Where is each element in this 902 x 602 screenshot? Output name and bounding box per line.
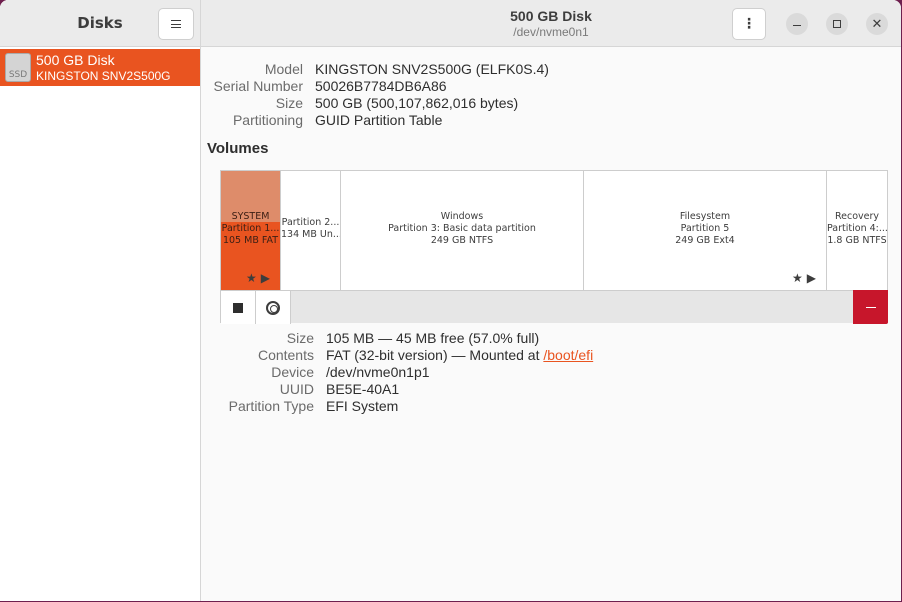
sidebar-item-disk[interactable]: SSD 500 GB Disk KINGSTON SNV2S500G xyxy=(0,49,200,86)
sidebar: Disks SSD 500 GB Disk KINGSTON SNV2S500G xyxy=(0,0,201,601)
partition-line2: Partition 3: Basic data partition xyxy=(388,223,536,234)
partition-line3: 134 MB Un... xyxy=(281,229,340,240)
partition-text: Windows Partition 3: Basic data partitio… xyxy=(341,211,583,247)
part-size-label: Size xyxy=(286,330,314,346)
partition-line2: Partition 1... xyxy=(221,223,280,234)
partition-line2: Partition 4:... xyxy=(827,223,887,234)
partition-block[interactable]: Recovery Partition 4:... 1.8 GB NTFS xyxy=(827,171,887,290)
model-label: Model xyxy=(264,61,303,77)
part-contents-label: Contents xyxy=(257,347,314,363)
partition-settings-button[interactable] xyxy=(256,291,291,324)
disks-window: Disks SSD 500 GB Disk KINGSTON SNV2S500G… xyxy=(0,0,901,601)
disk-item-model: KINGSTON SNV2S500G xyxy=(36,69,171,83)
partition-line1: Filesystem xyxy=(679,211,731,222)
size-value: 500 GB (500,107,862,016 bytes) xyxy=(315,95,519,111)
minimize-icon xyxy=(793,24,801,26)
partition-text: Recovery Partition 4:... 1.8 GB NTFS xyxy=(827,211,887,247)
part-device-label: Device xyxy=(271,364,314,380)
close-icon: ✕ xyxy=(871,16,883,32)
part-type-row: Partition Type EFI System xyxy=(201,398,901,415)
partition-line3: 249 GB Ext4 xyxy=(675,235,735,246)
part-type-value: EFI System xyxy=(326,398,399,414)
volumes-heading: Volumes xyxy=(207,140,269,157)
ssd-icon: SSD xyxy=(5,53,31,82)
part-uuid-value: BE5E-40A1 xyxy=(326,381,400,397)
drive-model-row: Model KINGSTON SNV2S500G (ELFK0S.4) xyxy=(201,61,901,78)
unmount-button[interactable] xyxy=(221,291,256,324)
contents-text: FAT (32-bit version) — Mounted at xyxy=(326,347,544,363)
partition-line3: 1.8 GB NTFS xyxy=(827,235,887,246)
model-value: KINGSTON SNV2S500G (ELFK0S.4) xyxy=(315,61,549,77)
partitioning-label: Partitioning xyxy=(232,112,303,128)
hamburger-icon xyxy=(171,20,181,28)
partition-block[interactable]: Partition 2... 134 MB Un... xyxy=(281,171,341,290)
partition-line1: SYSTEM xyxy=(231,211,270,222)
drive-partitioning-row: Partitioning GUID Partition Table xyxy=(201,112,901,129)
close-button[interactable]: ✕ xyxy=(866,13,888,35)
volumes-box: SYSTEM Partition 1... 105 MB FAT ★▶ Part… xyxy=(220,170,888,324)
minus-icon xyxy=(865,306,876,308)
mounted-star-play-icons: ★▶ xyxy=(792,271,820,285)
maximize-icon xyxy=(833,20,841,28)
partition-line1: Recovery xyxy=(834,211,880,222)
maximize-button[interactable] xyxy=(826,13,848,35)
drive-size-row: Size 500 GB (500,107,862,016 bytes) xyxy=(201,95,901,112)
app-menu-button[interactable] xyxy=(158,8,194,40)
partition-line2: Partition 2... xyxy=(281,217,340,228)
part-size-value: 105 MB — 45 MB free (57.0% full) xyxy=(326,330,540,346)
part-device-value: /dev/nvme0n1p1 xyxy=(326,364,430,380)
part-contents-row: Contents FAT (32-bit version) — Mounted … xyxy=(201,347,901,364)
partition-block[interactable]: SYSTEM Partition 1... 105 MB FAT ★▶ xyxy=(221,171,281,290)
part-contents-value: FAT (32-bit version) — Mounted at /boot/… xyxy=(326,347,593,363)
main-content: Model KINGSTON SNV2S500G (ELFK0S.4) Seri… xyxy=(201,48,901,601)
part-device-row: Device /dev/nvme0n1p1 xyxy=(201,364,901,381)
header-bar: 500 GB Disk /dev/nvme0n1 ⋮ ✕ xyxy=(201,0,901,47)
stop-icon xyxy=(233,302,243,313)
disk-item-name: 500 GB Disk xyxy=(36,52,115,68)
partition-bar: SYSTEM Partition 1... 105 MB FAT ★▶ Part… xyxy=(221,171,887,290)
mounted-star-play-icons: ★▶ xyxy=(246,271,274,285)
partition-text: SYSTEM Partition 1... 105 MB FAT xyxy=(221,211,280,247)
partition-text: Partition 2... 134 MB Un... xyxy=(281,217,340,241)
gear-icon xyxy=(266,300,280,315)
sidebar-header: Disks xyxy=(0,0,200,47)
mount-point-link[interactable]: /boot/efi xyxy=(543,347,593,363)
partitioning-value: GUID Partition Table xyxy=(315,112,443,128)
part-uuid-label: UUID xyxy=(279,381,314,397)
ssd-icon-label: SSD xyxy=(8,70,28,80)
serial-value: 50026B7784DB6A86 xyxy=(315,78,447,94)
part-type-label: Partition Type xyxy=(228,398,314,414)
partition-line1: Windows xyxy=(440,211,484,222)
partition-line2: Partition 5 xyxy=(680,223,730,234)
part-uuid-row: UUID BE5E-40A1 xyxy=(201,381,901,398)
serial-label: Serial Number xyxy=(213,78,303,94)
partition-text: Filesystem Partition 5 249 GB Ext4 xyxy=(584,211,826,247)
drive-serial-row: Serial Number 50026B7784DB6A86 xyxy=(201,78,901,95)
volume-toolbar xyxy=(221,290,888,324)
drive-menu-button[interactable]: ⋮ xyxy=(732,8,766,40)
part-size-row: Size 105 MB — 45 MB free (57.0% full) xyxy=(201,330,901,347)
partition-line3: 249 GB NTFS xyxy=(430,235,494,246)
size-label: Size xyxy=(275,95,303,111)
partition-block[interactable]: Windows Partition 3: Basic data partitio… xyxy=(341,171,584,290)
kebab-menu-icon: ⋮ xyxy=(742,16,756,32)
delete-partition-button[interactable] xyxy=(853,290,888,324)
minimize-button[interactable] xyxy=(786,13,808,35)
partition-line3: 105 MB FAT xyxy=(222,235,279,246)
partition-block[interactable]: Filesystem Partition 5 249 GB Ext4 ★▶ xyxy=(584,171,827,290)
